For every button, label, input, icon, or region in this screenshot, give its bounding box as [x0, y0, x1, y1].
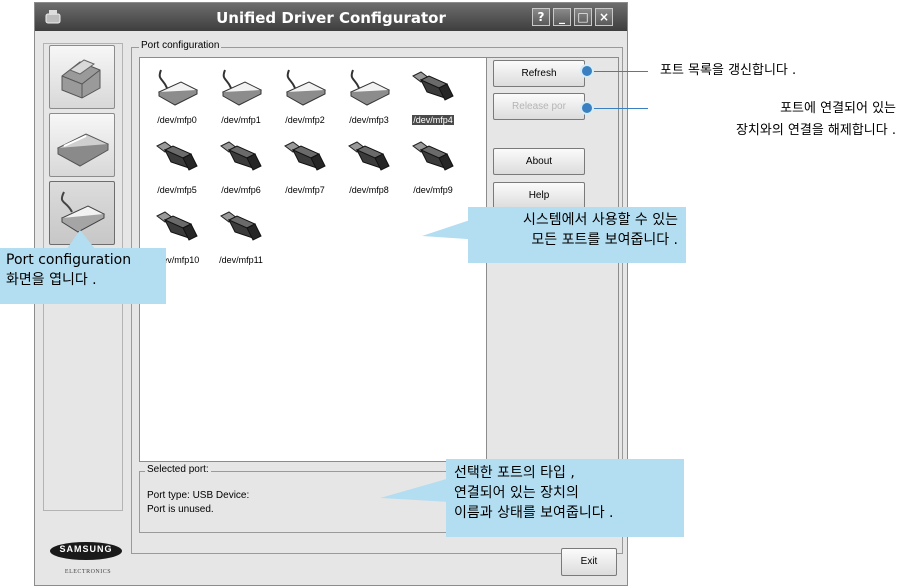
port-item-mfp11[interactable]: /dev/mfp11 — [210, 208, 272, 270]
portcfg-callout-line1: Port configuration — [6, 252, 132, 268]
port-label: /dev/mfp1 — [221, 115, 261, 125]
port-label: /dev/mfp0 — [157, 115, 197, 125]
ports-callout-line1: 시스템에서 사용할 수 있는 — [522, 212, 678, 228]
refresh-leader-line — [586, 71, 648, 72]
usb-port-icon — [210, 138, 272, 178]
scanner-icon — [56, 133, 110, 167]
exit-button[interactable]: Exit — [561, 548, 617, 576]
parallel-port-icon — [274, 68, 336, 108]
usb-port-icon — [146, 138, 208, 178]
port-label: /dev/mfp2 — [285, 115, 325, 125]
port-label: /dev/mfp11 — [219, 255, 263, 265]
port-item-mfp0[interactable]: /dev/mfp0 — [146, 68, 208, 130]
selected-port-callout: 선택한 포트의 타입 , 연결되어 있는 장치의 이름과 상태를 보여줍니다 . — [446, 459, 684, 537]
port-type-text: Port type: USB Device: — [147, 490, 250, 501]
port-item-mfp6[interactable]: /dev/mfp6 — [210, 138, 272, 200]
port-label: /dev/mfp6 — [221, 185, 261, 195]
port-list[interactable]: /dev/mfp0/dev/mfp1/dev/mfp2/dev/mfp3/dev… — [139, 57, 487, 462]
release-leader-line — [586, 108, 648, 109]
port-item-mfp4[interactable]: /dev/mfp4 — [402, 68, 464, 130]
port-status-text: Port is unused. — [147, 504, 214, 515]
maximize-button[interactable]: □ — [574, 8, 592, 26]
port-item-mfp8[interactable]: /dev/mfp8 — [338, 138, 400, 200]
port-item-mfp7[interactable]: /dev/mfp7 — [274, 138, 336, 200]
help-button[interactable]: Help — [493, 182, 585, 209]
ports-callout-line2: 모든 포트를 보여줍니다 . — [531, 232, 678, 248]
portcfg-callout: Port configuration 화면을 엽니다 . — [0, 248, 166, 304]
selected-callout-line2: 연결되어 있는 장치의 — [454, 485, 579, 501]
port-item-mfp3[interactable]: /dev/mfp3 — [338, 68, 400, 130]
refresh-marker — [580, 64, 594, 78]
close-button[interactable]: × — [595, 8, 613, 26]
portcfg-callout-line2: 화면을 엽니다 . — [6, 272, 97, 288]
release-marker — [580, 101, 594, 115]
port-label: /dev/mfp4 — [412, 115, 454, 125]
parallel-port-icon — [210, 68, 272, 108]
brand-sub: ELECTRONICS — [64, 569, 112, 575]
refresh-button[interactable]: Refresh — [493, 60, 585, 87]
usb-port-icon — [402, 138, 464, 178]
parallel-port-icon — [338, 68, 400, 108]
port-label: /dev/mfp5 — [157, 185, 197, 195]
about-button[interactable]: About — [493, 148, 585, 175]
port-item-mfp1[interactable]: /dev/mfp1 — [210, 68, 272, 130]
release-annotation-2: 장치와의 연결을 해제합니다 . — [735, 123, 896, 138]
port-label: /dev/mfp9 — [413, 185, 453, 195]
printer-icon — [61, 59, 101, 99]
port-config-label: Port configuration — [139, 40, 222, 51]
port-item-mfp5[interactable]: /dev/mfp5 — [146, 138, 208, 200]
refresh-annotation: 포트 목록을 갱신합니다 . — [660, 63, 797, 78]
release-annotation-1: 포트에 연결되어 있는 — [780, 101, 896, 116]
port-item-mfp9[interactable]: /dev/mfp9 — [402, 138, 464, 200]
sidebar-printer-button[interactable] — [49, 45, 115, 109]
usb-port-icon — [274, 138, 336, 178]
selected-callout-line1: 선택한 포트의 타입 , — [454, 465, 575, 481]
port-label: /dev/mfp7 — [285, 185, 325, 195]
ports-callout: 시스템에서 사용할 수 있는 모든 포트를 보여줍니다 . — [468, 207, 686, 263]
selected-port-label: Selected port: — [145, 464, 211, 475]
port-label: /dev/mfp3 — [349, 115, 389, 125]
brand-name: SAMSUNG — [59, 544, 113, 554]
portcfg-callout-pointer — [66, 230, 96, 250]
port-label: /dev/mfp8 — [349, 185, 389, 195]
parallel-port-icon — [146, 68, 208, 108]
release-port-button: Release por — [493, 93, 585, 120]
selected-callout-line3: 이름과 상태를 보여줍니다 . — [454, 505, 614, 521]
minimize-button[interactable]: _ — [553, 8, 571, 26]
usb-port-icon — [146, 208, 208, 248]
sidebar-scanner-button[interactable] — [49, 113, 115, 177]
title-bar: Unified Driver Configurator ? _ □ × — [35, 3, 627, 31]
port-item-mfp2[interactable]: /dev/mfp2 — [274, 68, 336, 130]
usb-port-icon — [210, 208, 272, 248]
selected-callout-pointer — [380, 478, 450, 502]
help-title-button[interactable]: ? — [532, 8, 550, 26]
usb-port-icon — [402, 68, 464, 108]
usb-port-icon — [338, 138, 400, 178]
